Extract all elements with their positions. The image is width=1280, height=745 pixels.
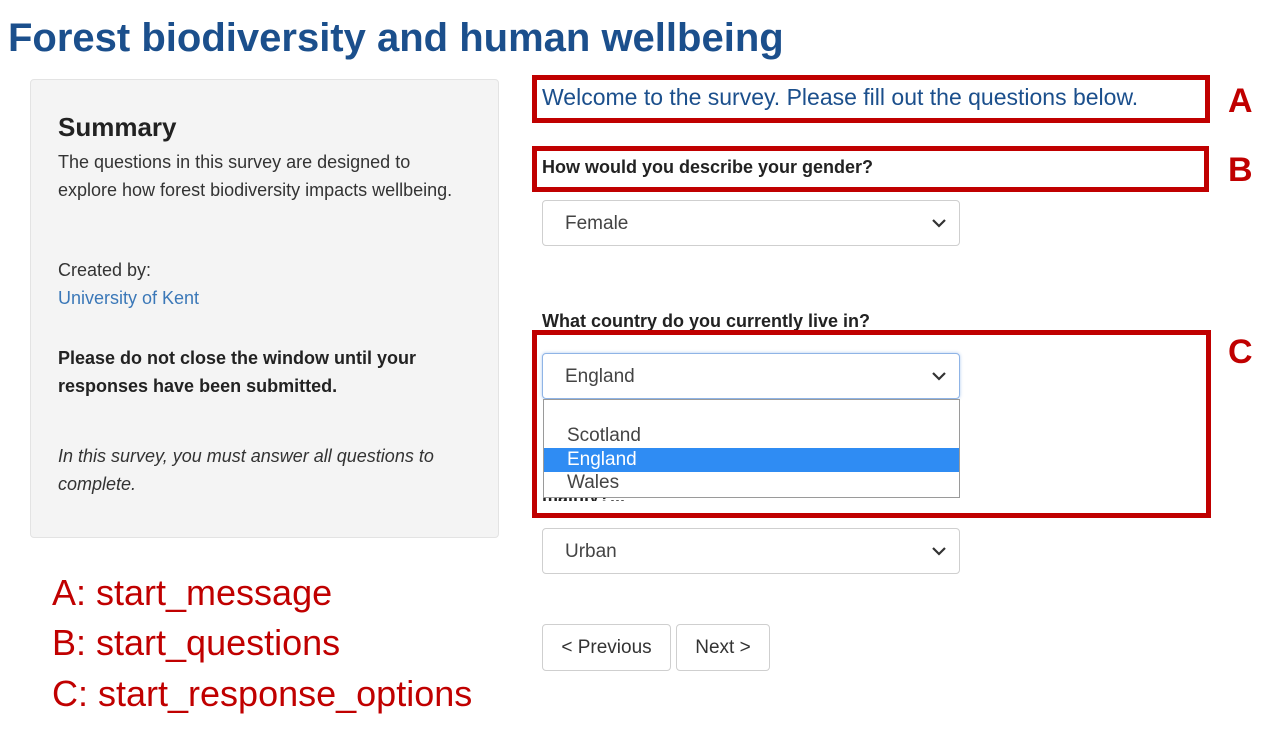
annotation-box-a — [532, 75, 1210, 123]
page-title: Forest biodiversity and human wellbeing — [8, 16, 784, 60]
completion-note: In this survey, you must answer all ques… — [58, 446, 434, 494]
gender-select[interactable]: Female — [542, 200, 960, 246]
area-select[interactable]: Urban — [542, 528, 960, 574]
previous-button[interactable]: < Previous — [542, 624, 671, 671]
summary-panel: Summary The questions in this survey are… — [30, 79, 499, 538]
area-select-value: Urban — [565, 541, 617, 562]
annotation-letter-a: A — [1228, 82, 1253, 120]
legend-a: A: start_message — [52, 572, 333, 613]
created-by-label: Created by: — [58, 260, 152, 280]
question-country-label: What country do you currently live in? — [542, 311, 871, 331]
legend-c: C: start_response_options — [52, 673, 473, 714]
summary-title: Summary — [58, 112, 177, 142]
next-button[interactable]: Next > — [676, 624, 770, 671]
legend-b: B: start_questions — [52, 622, 341, 663]
gender-select-value: Female — [565, 213, 629, 234]
annotation-box-b — [532, 146, 1209, 192]
submit-warning: Please do not close the window until you… — [58, 348, 417, 396]
chevron-down-icon — [932, 219, 946, 228]
annotation-letter-b: B — [1228, 151, 1253, 189]
annotation-letter-c: C — [1228, 333, 1253, 371]
summary-description: The questions in this survey are designe… — [58, 152, 453, 200]
chevron-down-icon — [932, 547, 946, 556]
created-by-link[interactable]: University of Kent — [58, 288, 199, 309]
annotation-box-c — [532, 330, 1211, 518]
